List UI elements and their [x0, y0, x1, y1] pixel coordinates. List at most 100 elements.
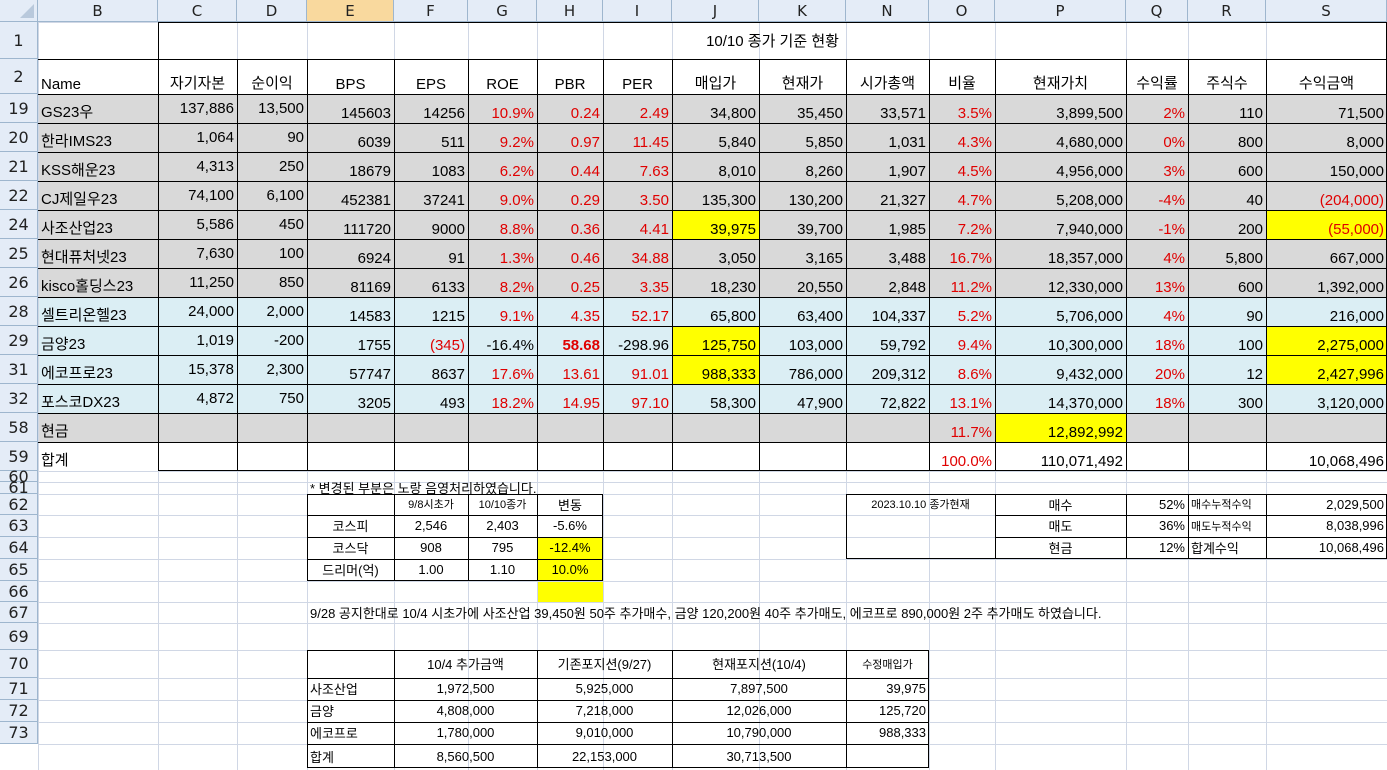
holding-pbr[interactable]: 0.46 — [537, 239, 603, 268]
holding-equity[interactable]: 74,100 — [158, 181, 237, 210]
row-header[interactable]: 25 — [0, 239, 38, 268]
holding-ret[interactable]: -4% — [1126, 181, 1188, 210]
column-header-p[interactable]: P — [995, 0, 1126, 22]
holding-eps[interactable]: 9000 — [394, 210, 468, 239]
holding-equity[interactable]: 1,064 — [158, 123, 237, 152]
column-header-r[interactable]: R — [1188, 0, 1266, 22]
holding-shares[interactable]: 110 — [1188, 94, 1266, 123]
holding-mcap[interactable]: 1,985 — [846, 210, 929, 239]
summary-sub[interactable]: 매도누적수익 — [1188, 515, 1266, 537]
holding-net[interactable]: 100 — [237, 239, 307, 268]
holding-equity[interactable]: 7,630 — [158, 239, 237, 268]
holding-value[interactable]: 4,680,000 — [995, 123, 1126, 152]
holding-name[interactable]: 한라IMS23 — [38, 123, 158, 152]
holding-equity[interactable]: 5,586 — [158, 210, 237, 239]
holding-profit[interactable]: 8,000 — [1266, 123, 1387, 152]
holding-ret[interactable]: 2% — [1126, 94, 1188, 123]
holding-equity[interactable]: 11,250 — [158, 268, 237, 297]
index-table-header[interactable]: 변동 — [537, 494, 603, 515]
summary-amount[interactable]: 8,038,996 — [1266, 515, 1387, 537]
holding-ratio[interactable]: 11.2% — [929, 268, 995, 297]
column-header-f[interactable]: F — [394, 0, 468, 22]
holding-value[interactable]: 7,940,000 — [995, 210, 1126, 239]
index-name[interactable]: 코스피 — [307, 515, 394, 537]
holding-pbr[interactable]: 0.25 — [537, 268, 603, 297]
column-title[interactable]: 현재가치 — [995, 59, 1126, 94]
row-header[interactable]: 28 — [0, 297, 38, 326]
holding-eps[interactable]: 511 — [394, 123, 468, 152]
column-header-o[interactable]: O — [929, 0, 995, 22]
row-header[interactable]: 71 — [0, 678, 38, 700]
row-header[interactable]: 69 — [0, 623, 38, 650]
row-header[interactable]: 31 — [0, 355, 38, 384]
holding-equity[interactable]: 1,019 — [158, 326, 237, 355]
holding-ratio[interactable]: 8.6% — [929, 355, 995, 384]
holding-ret[interactable]: 20% — [1126, 355, 1188, 384]
trade-current[interactable]: 10,790,000 — [672, 722, 846, 744]
summary-pct[interactable]: 12% — [1126, 537, 1188, 559]
total-label[interactable]: 합계 — [38, 442, 158, 471]
trade-name[interactable]: 에코프로 — [307, 722, 394, 744]
holding-net[interactable]: 2,300 — [237, 355, 307, 384]
column-title[interactable]: 매입가 — [672, 59, 759, 94]
holding-shares[interactable]: 800 — [1188, 123, 1266, 152]
trade-current[interactable]: 7,897,500 — [672, 678, 846, 700]
holding-bps[interactable]: 57747 — [307, 355, 394, 384]
trade-adjusted[interactable]: 39,975 — [846, 678, 929, 700]
holding-price[interactable]: 39,700 — [759, 210, 846, 239]
column-header-n[interactable]: N — [846, 0, 929, 22]
column-title[interactable]: Name — [38, 59, 158, 94]
holding-name[interactable]: GS23우 — [38, 94, 158, 123]
row-header[interactable]: 22 — [0, 181, 38, 210]
row-header[interactable]: 2 — [0, 59, 38, 94]
row-header[interactable]: 65 — [0, 559, 38, 581]
holding-ret[interactable]: 18% — [1126, 384, 1188, 413]
row-header[interactable]: 67 — [0, 602, 38, 623]
holding-shares[interactable]: 300 — [1188, 384, 1266, 413]
holding-price[interactable]: 3,165 — [759, 239, 846, 268]
row-header[interactable]: 61 — [0, 478, 38, 497]
column-header-c[interactable]: C — [158, 0, 237, 22]
holding-roe[interactable]: 8.2% — [468, 268, 537, 297]
holding-buy[interactable]: 18,230 — [672, 268, 759, 297]
holding-equity[interactable]: 24,000 — [158, 297, 237, 326]
trade-table-header[interactable]: 10/4 추가금액 — [394, 650, 537, 678]
column-title[interactable]: 자기자본 — [158, 59, 237, 94]
column-header-j[interactable]: J — [672, 0, 759, 22]
holding-ret[interactable]: 0% — [1126, 123, 1188, 152]
holding-bps[interactable]: 111720 — [307, 210, 394, 239]
total-profit[interactable]: 10,068,496 — [1266, 442, 1387, 471]
holding-mcap[interactable]: 104,337 — [846, 297, 929, 326]
holding-equity[interactable]: 15,378 — [158, 355, 237, 384]
holding-bps[interactable]: 18679 — [307, 152, 394, 181]
index-close[interactable]: 1.10 — [468, 559, 537, 581]
holding-roe[interactable]: 9.0% — [468, 181, 537, 210]
row-header[interactable]: 20 — [0, 123, 38, 152]
trade-adjusted[interactable]: 125,720 — [846, 700, 929, 722]
holding-per[interactable]: 4.41 — [603, 210, 672, 239]
index-name[interactable]: 코스닥 — [307, 537, 394, 559]
holding-value[interactable]: 12,330,000 — [995, 268, 1126, 297]
holding-buy[interactable]: 988,333 — [672, 355, 759, 384]
holding-eps[interactable]: 1083 — [394, 152, 468, 181]
holding-profit[interactable]: 216,000 — [1266, 297, 1387, 326]
row-header[interactable]: 32 — [0, 384, 38, 413]
column-title[interactable]: 비율 — [929, 59, 995, 94]
index-table-header[interactable]: 10/10종가 — [468, 494, 537, 515]
row-header[interactable]: 66 — [0, 581, 38, 602]
holding-shares[interactable]: 600 — [1188, 152, 1266, 181]
trade-adjusted[interactable]: 988,333 — [846, 722, 929, 744]
holding-per[interactable]: 11.45 — [603, 123, 672, 152]
column-title[interactable]: 수익률 — [1126, 59, 1188, 94]
holding-value[interactable]: 4,956,000 — [995, 152, 1126, 181]
holding-price[interactable]: 35,450 — [759, 94, 846, 123]
index-close[interactable]: 795 — [468, 537, 537, 559]
holding-pbr[interactable]: 13.61 — [537, 355, 603, 384]
holding-net[interactable]: 850 — [237, 268, 307, 297]
row-header[interactable]: 58 — [0, 413, 38, 442]
holding-roe[interactable]: 18.2% — [468, 384, 537, 413]
holding-ret[interactable]: -1% — [1126, 210, 1188, 239]
trade-prev[interactable]: 22,153,000 — [537, 744, 672, 770]
holding-pbr[interactable]: 0.97 — [537, 123, 603, 152]
trade-table-header[interactable]: 현재포지션(10/4) — [672, 650, 846, 678]
